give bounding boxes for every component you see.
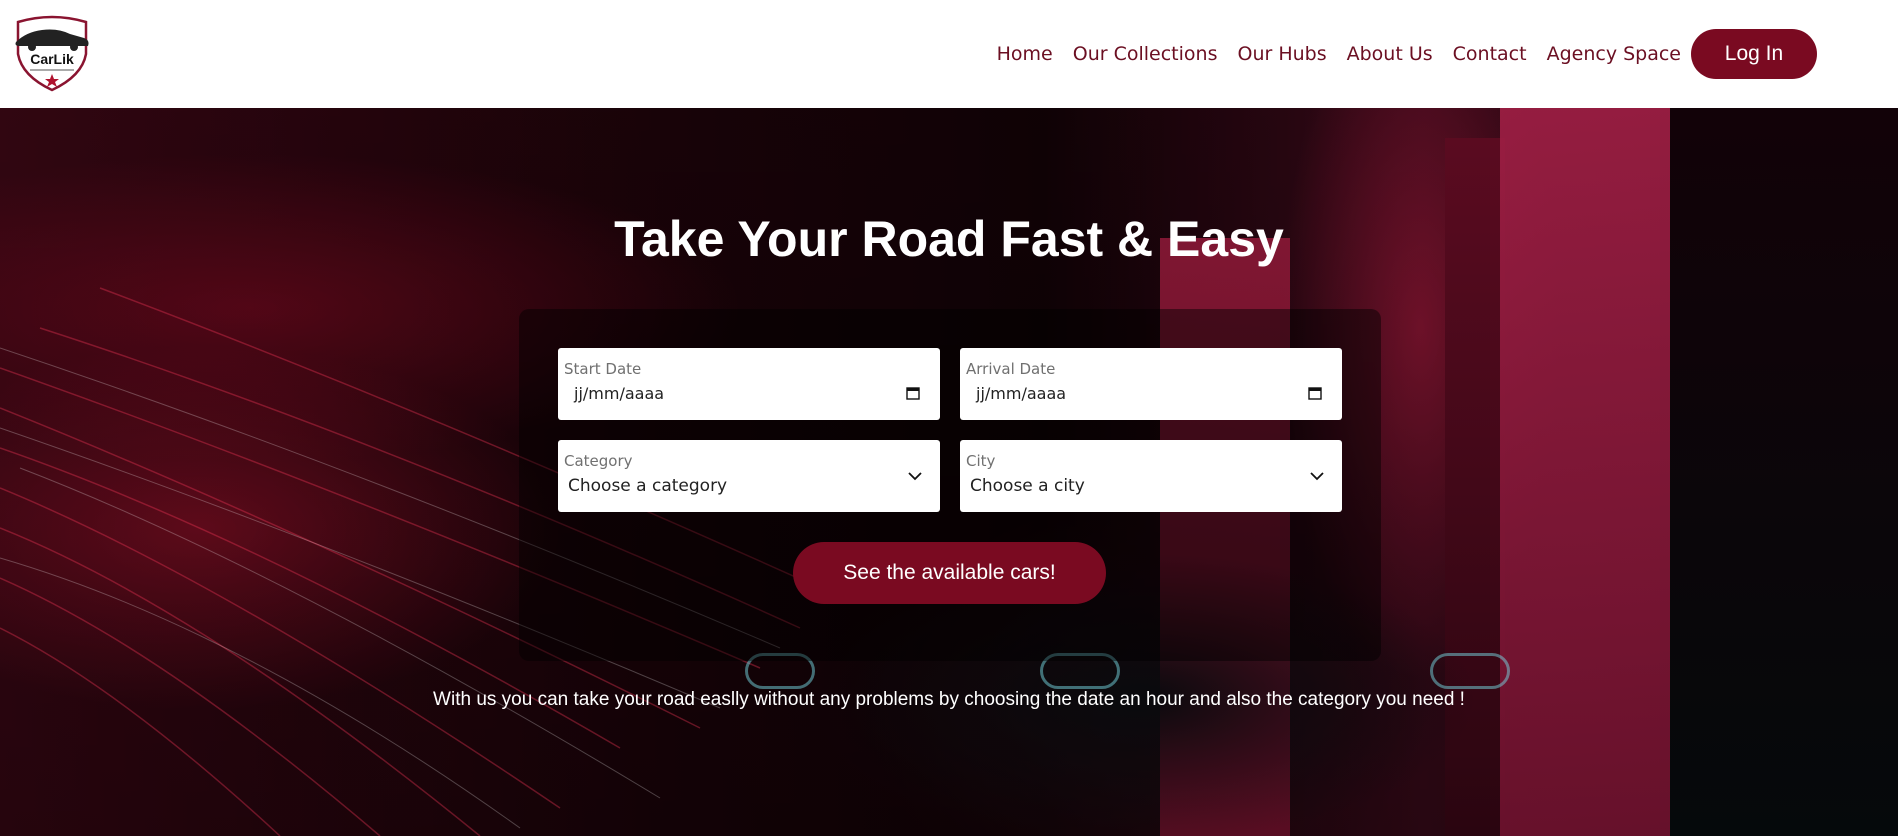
see-available-cars-button[interactable]: See the available cars! bbox=[793, 542, 1106, 604]
nav-our-hubs[interactable]: Our Hubs bbox=[1237, 43, 1326, 65]
nav-home[interactable]: Home bbox=[997, 43, 1053, 65]
nav-our-collections[interactable]: Our Collections bbox=[1073, 43, 1218, 65]
start-date-field[interactable]: Start Date jj/mm/aaaa bbox=[558, 348, 940, 420]
city-selected-value: Choose a city bbox=[970, 476, 1085, 496]
nav-contact[interactable]: Contact bbox=[1453, 43, 1527, 65]
brand-logo[interactable]: CarLik bbox=[12, 14, 92, 92]
site-header: CarLik Home Our Collections Our Hubs Abo… bbox=[0, 0, 1898, 108]
main-nav: Home Our Collections Our Hubs About Us C… bbox=[997, 0, 1898, 108]
start-date-value: jj/mm/aaaa bbox=[574, 384, 665, 403]
city-label: City bbox=[966, 452, 996, 470]
svg-text:CarLik: CarLik bbox=[30, 51, 74, 67]
category-label: Category bbox=[564, 452, 633, 470]
nav-agency-space[interactable]: Agency Space bbox=[1547, 43, 1681, 65]
arrival-date-label: Arrival Date bbox=[966, 360, 1056, 378]
login-button[interactable]: Log In bbox=[1691, 29, 1817, 79]
hero-description: With us you can take your road easlly wi… bbox=[433, 689, 1465, 710]
chevron-down-icon bbox=[908, 472, 922, 481]
calendar-icon[interactable] bbox=[1308, 386, 1322, 400]
calendar-icon[interactable] bbox=[906, 386, 920, 400]
hero-section: Take Your Road Fast & Easy Start Date jj… bbox=[0, 108, 1898, 836]
category-selected-value: Choose a category bbox=[568, 476, 728, 496]
arrival-date-field[interactable]: Arrival Date jj/mm/aaaa bbox=[960, 348, 1342, 420]
chevron-down-icon bbox=[1310, 472, 1324, 481]
hero-title: Take Your Road Fast & Easy bbox=[614, 211, 1284, 267]
headlight-glow bbox=[1430, 653, 1510, 689]
category-select[interactable]: Category Choose a category bbox=[558, 440, 940, 512]
start-date-label: Start Date bbox=[564, 360, 642, 378]
city-select[interactable]: City Choose a city bbox=[960, 440, 1342, 512]
arrival-date-value: jj/mm/aaaa bbox=[976, 384, 1067, 403]
nav-about-us[interactable]: About Us bbox=[1347, 43, 1433, 65]
